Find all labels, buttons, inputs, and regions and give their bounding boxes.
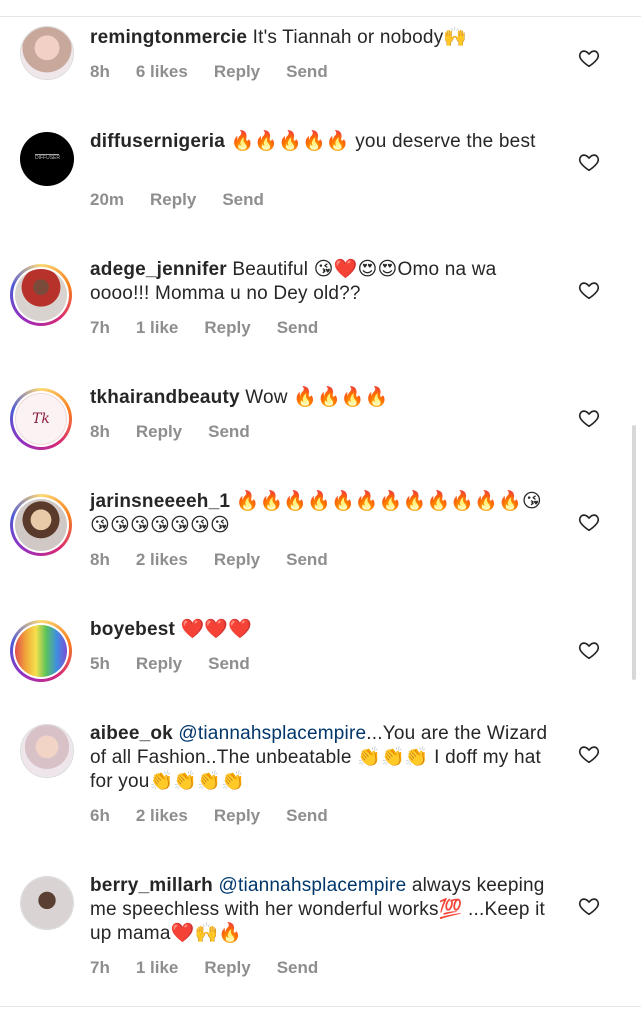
heart-outline-icon[interactable]: [578, 279, 600, 301]
comment-likes[interactable]: 1 like: [136, 318, 179, 337]
comment-time: 5h: [90, 654, 110, 673]
comment-time: 6h: [90, 806, 110, 825]
reply-button[interactable]: Reply: [150, 190, 196, 209]
comment-likes[interactable]: 2 likes: [136, 550, 188, 569]
avatar[interactable]: [20, 876, 74, 930]
top-divider: [0, 16, 641, 17]
comment-text: It's Tiannah or nobody🙌: [252, 27, 468, 48]
avatar[interactable]: [10, 264, 72, 326]
comment-username[interactable]: berry_millarh: [90, 875, 213, 896]
avatar[interactable]: [10, 620, 72, 682]
comment-username[interactable]: adege_jennifer: [90, 259, 227, 280]
comment-likes[interactable]: 2 likes: [136, 806, 188, 825]
comment-time: 20m: [90, 190, 125, 209]
send-button[interactable]: Send: [277, 958, 319, 977]
send-button[interactable]: Send: [286, 62, 328, 81]
heart-outline-icon[interactable]: [578, 511, 600, 533]
comment-username[interactable]: remingtonmercie: [90, 27, 247, 48]
heart-outline-icon[interactable]: [578, 151, 600, 173]
heart-outline-icon[interactable]: [578, 743, 600, 765]
comment-text: ❤️❤️❤️: [180, 619, 253, 640]
comment-likes[interactable]: 6 likes: [136, 62, 188, 81]
avatar[interactable]: Tk: [10, 388, 72, 450]
send-button[interactable]: Send: [222, 190, 264, 209]
avatar[interactable]: [20, 26, 74, 80]
comment-username[interactable]: boyebest: [90, 619, 175, 640]
send-button[interactable]: Send: [286, 550, 328, 569]
comment-time: 8h: [90, 550, 110, 569]
comment-mention[interactable]: @tiannahsplacempire: [178, 723, 366, 744]
reply-button[interactable]: Reply: [214, 550, 260, 569]
reply-button[interactable]: Reply: [204, 958, 250, 977]
comment-time: 8h: [90, 422, 110, 441]
comment-time: 7h: [90, 958, 110, 977]
send-button[interactable]: Send: [208, 654, 250, 673]
comment-likes[interactable]: 1 like: [136, 958, 179, 977]
comment-text: 🔥🔥🔥🔥🔥 you deserve the best: [230, 131, 536, 152]
reply-button[interactable]: Reply: [136, 422, 182, 441]
heart-outline-icon[interactable]: [578, 47, 600, 69]
scrollbar[interactable]: [632, 425, 636, 680]
comment-mention[interactable]: @tiannahsplacempire: [218, 875, 406, 896]
reply-button[interactable]: Reply: [204, 318, 250, 337]
comment-time: 7h: [90, 318, 110, 337]
comment-username[interactable]: aibee_ok: [90, 723, 173, 744]
reply-button[interactable]: Reply: [214, 62, 260, 81]
avatar[interactable]: DIFFUSER: [20, 132, 74, 186]
avatar[interactable]: [20, 724, 74, 778]
bottom-divider: [0, 1006, 641, 1007]
send-button[interactable]: Send: [286, 806, 328, 825]
heart-outline-icon[interactable]: [578, 895, 600, 917]
comment-username[interactable]: tkhairandbeauty: [90, 387, 240, 408]
reply-button[interactable]: Reply: [136, 654, 182, 673]
heart-outline-icon[interactable]: [578, 639, 600, 661]
avatar[interactable]: [10, 494, 72, 556]
comment-username[interactable]: diffusernigeria: [90, 131, 225, 152]
comment-time: 8h: [90, 62, 110, 81]
reply-button[interactable]: Reply: [214, 806, 260, 825]
send-button[interactable]: Send: [208, 422, 250, 441]
send-button[interactable]: Send: [277, 318, 319, 337]
comment-username[interactable]: jarinsneeeeh_1: [90, 491, 230, 512]
heart-outline-icon[interactable]: [578, 407, 600, 429]
comment-text: Wow 🔥🔥🔥🔥: [245, 387, 389, 408]
